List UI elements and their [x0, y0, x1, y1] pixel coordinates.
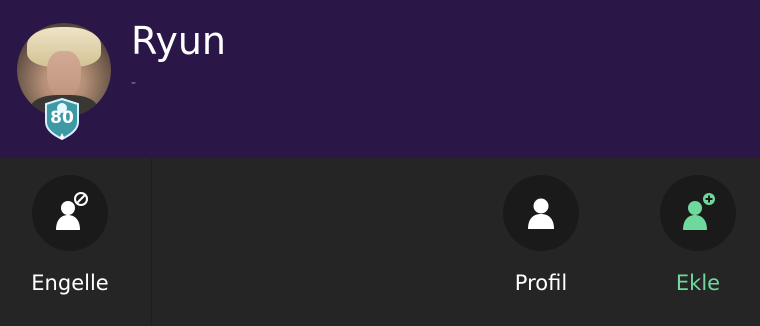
user-icon	[528, 198, 554, 229]
add-button[interactable]: Ekle	[638, 175, 758, 295]
block-button-circle[interactable]	[32, 175, 108, 251]
add-button-circle[interactable]	[660, 175, 736, 251]
status-text: -	[131, 75, 137, 91]
block-user-icon	[56, 192, 88, 230]
avatar-face	[47, 51, 81, 97]
add-button-label: Ekle	[675, 271, 721, 295]
profile-button-circle[interactable]	[503, 175, 579, 251]
block-button[interactable]: Engelle	[10, 175, 130, 295]
block-button-label: Engelle	[31, 271, 109, 295]
profile-button[interactable]: Profil	[481, 175, 601, 295]
profile-button-label: Profil	[514, 271, 568, 295]
divider	[151, 158, 152, 326]
username: Ryun	[131, 19, 226, 63]
level-number: 80	[50, 108, 74, 128]
add-user-icon	[683, 193, 715, 230]
profile-header: 80 Ryun -	[0, 0, 760, 158]
